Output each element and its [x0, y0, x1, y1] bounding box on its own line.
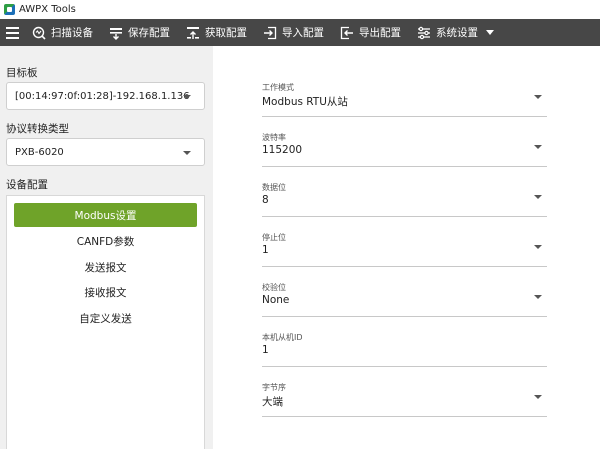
- scan-device-button[interactable]: 扫描设备: [24, 19, 101, 46]
- nav-item-custom-send[interactable]: 自定义发送: [14, 306, 197, 330]
- dropdown-arrow-icon: [534, 145, 542, 149]
- scan-icon: [32, 26, 46, 40]
- work-mode-select[interactable]: 工作模式 Modbus RTU从站: [262, 82, 547, 117]
- dropdown-arrow-icon: [534, 245, 542, 249]
- byte-order-value: 大端: [262, 396, 283, 408]
- data-bits-select[interactable]: 数据位 8: [262, 182, 547, 217]
- data-bits-label: 数据位: [262, 183, 286, 192]
- stop-bits-value: 1: [262, 244, 269, 256]
- slave-id-value: 1: [262, 344, 269, 356]
- system-settings-button[interactable]: 系统设置: [409, 19, 502, 46]
- dropdown-arrow-icon: [183, 95, 191, 99]
- target-board-value: [00:14:97:0f:01:28]-192.168.1.136: [15, 90, 190, 102]
- dropdown-arrow-icon: [534, 295, 542, 299]
- modbus-settings-form: 工作模式 Modbus RTU从站 波特率 115200 数据位 8 停止位 1…: [213, 46, 600, 449]
- nav-item-receive-message[interactable]: 接收报文: [14, 280, 197, 304]
- title-bar: AWPX Tools: [0, 0, 600, 19]
- slave-id-input[interactable]: 本机从机ID 1: [262, 332, 547, 367]
- import-config-icon: [264, 26, 277, 39]
- left-panel: 目标板 [00:14:97:0f:01:28]-192.168.1.136 协议…: [0, 46, 213, 449]
- parity-label: 校验位: [262, 283, 286, 292]
- protocol-type-value: PXB-6020: [15, 146, 64, 158]
- nav-item-send-message[interactable]: 发送报文: [14, 255, 197, 279]
- device-config-label: 设备配置: [6, 179, 48, 191]
- save-config-icon: [110, 27, 122, 40]
- dropdown-arrow-icon: [534, 395, 542, 399]
- parity-value: None: [262, 294, 290, 306]
- import-config-button[interactable]: 导入配置: [255, 19, 332, 46]
- app-logo-icon: [4, 4, 15, 15]
- byte-order-select[interactable]: 字节序 大端: [262, 382, 547, 417]
- dropdown-arrow-icon: [534, 95, 542, 99]
- device-config-nav: Modbus设置 CANFD参数 发送报文 接收报文 自定义发送: [6, 195, 205, 449]
- app-title: AWPX Tools: [19, 4, 76, 15]
- target-board-label: 目标板: [6, 67, 38, 79]
- nav-item-canfd-params[interactable]: CANFD参数: [14, 229, 197, 253]
- dropdown-arrow-icon: [183, 151, 191, 155]
- toolbar: 扫描设备 保存配置 获取配置 导入配置 导出配置 系统设置: [0, 19, 600, 46]
- system-settings-label: 系统设置: [436, 27, 478, 39]
- export-config-label: 导出配置: [359, 27, 401, 39]
- scan-device-label: 扫描设备: [51, 27, 93, 39]
- get-config-icon: [187, 26, 199, 39]
- baud-rate-value: 115200: [262, 144, 303, 156]
- save-config-label: 保存配置: [128, 27, 170, 39]
- data-bits-value: 8: [262, 194, 269, 206]
- work-mode-label: 工作模式: [262, 83, 294, 92]
- stop-bits-select[interactable]: 停止位 1: [262, 232, 547, 267]
- chevron-down-icon: [486, 30, 494, 35]
- parity-select[interactable]: 校验位 None: [262, 282, 547, 317]
- nav-item-modbus-settings[interactable]: Modbus设置: [14, 203, 197, 227]
- hamburger-menu-icon[interactable]: [0, 19, 24, 46]
- import-config-label: 导入配置: [282, 27, 324, 39]
- get-config-button[interactable]: 获取配置: [178, 19, 255, 46]
- protocol-type-label: 协议转换类型: [6, 123, 69, 135]
- stop-bits-label: 停止位: [262, 233, 286, 242]
- export-config-button[interactable]: 导出配置: [332, 19, 409, 46]
- system-settings-icon: [418, 26, 430, 39]
- work-mode-value: Modbus RTU从站: [262, 96, 348, 108]
- target-board-select[interactable]: [00:14:97:0f:01:28]-192.168.1.136: [6, 82, 205, 110]
- get-config-label: 获取配置: [205, 27, 247, 39]
- slave-id-label: 本机从机ID: [262, 333, 303, 342]
- protocol-type-select[interactable]: PXB-6020: [6, 138, 205, 166]
- byte-order-label: 字节序: [262, 383, 286, 392]
- baud-rate-label: 波特率: [262, 133, 286, 142]
- export-config-icon: [340, 26, 353, 39]
- save-config-button[interactable]: 保存配置: [101, 19, 178, 46]
- baud-rate-select[interactable]: 波特率 115200: [262, 132, 547, 167]
- dropdown-arrow-icon: [534, 195, 542, 199]
